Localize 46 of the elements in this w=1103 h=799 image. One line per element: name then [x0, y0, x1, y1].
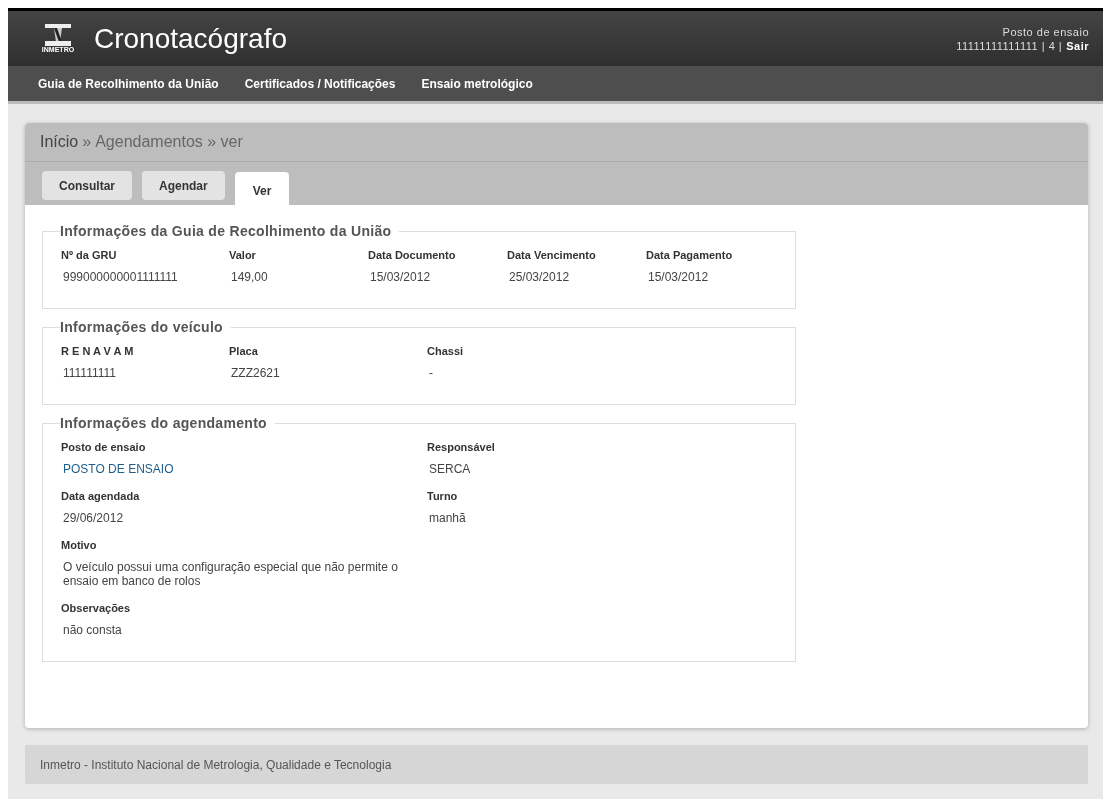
field-value: O veículo possui uma configuração especial que não permite o ensaio em banco de rolos	[62, 560, 399, 588]
field-label: Chassi	[427, 345, 465, 357]
section-title: Informações da Guia de Recolhimento da União	[60, 223, 393, 239]
field-label: Nº da GRU	[61, 249, 118, 261]
field-value: 149,00	[230, 270, 269, 284]
tab[interactable]: Agendar	[142, 171, 225, 200]
breadcrumb-home[interactable]: Início	[40, 133, 79, 151]
section-title: Informações do veículo	[60, 319, 224, 335]
nav-link[interactable]: Ensaio metrológico	[421, 76, 533, 91]
field-label: Data Documento	[368, 249, 457, 261]
nav-link[interactable]: Guia de Recolhimento da União	[38, 76, 219, 91]
field-label: Data Vencimento	[507, 249, 597, 261]
field-value: 25/03/2012	[508, 270, 571, 284]
tab[interactable]: Consultar	[42, 171, 132, 200]
field-value: 999000000001111111	[62, 270, 179, 284]
field-label: Placa	[229, 345, 259, 357]
breadcrumb-trail: Agendamentos » ver	[95, 133, 243, 151]
field-label: Observações	[61, 602, 132, 614]
field-value: -	[428, 366, 434, 380]
section-title: Informações do agendamento	[60, 415, 268, 431]
breadcrumb-separator: »	[82, 133, 92, 151]
user-info: 11111111111111 | 4 |	[956, 39, 1063, 52]
user-role: Posto de ensaio	[1002, 25, 1089, 38]
tab[interactable]: Ver	[234, 172, 290, 205]
logout-link[interactable]: Sair	[1066, 39, 1089, 52]
field-value: 15/03/2012	[369, 270, 432, 284]
app-title: Cronotacógrafo	[94, 22, 288, 55]
field-link[interactable]: POSTO DE ENSAIO	[61, 462, 427, 476]
field-label: Responsável	[427, 441, 496, 453]
field-value: não consta	[62, 623, 123, 637]
logo-icon	[43, 24, 73, 46]
field-label: Turno	[427, 490, 459, 502]
footer-text: Inmetro - Instituto Nacional de Metrologia, Qualidade e Tecnologia	[40, 757, 392, 772]
nav-link[interactable]: Certificados / Notificações	[244, 76, 396, 91]
field-value: 29/06/2012	[62, 511, 125, 525]
field-label: Data Pagamento	[646, 249, 734, 261]
field-label: Motivo	[61, 539, 98, 551]
field-value: 111111111	[62, 366, 117, 380]
field-label: Valor	[229, 249, 257, 261]
field-label: Posto de ensaio	[61, 441, 147, 453]
field-label: Data agendada	[61, 490, 141, 502]
field-value: ZZZ2621	[230, 366, 281, 380]
field-value: manhã	[428, 511, 467, 525]
field-value: SERCA	[428, 462, 472, 476]
field-label: R E N A V A M	[61, 345, 135, 357]
field-value: 15/03/2012	[647, 270, 710, 284]
